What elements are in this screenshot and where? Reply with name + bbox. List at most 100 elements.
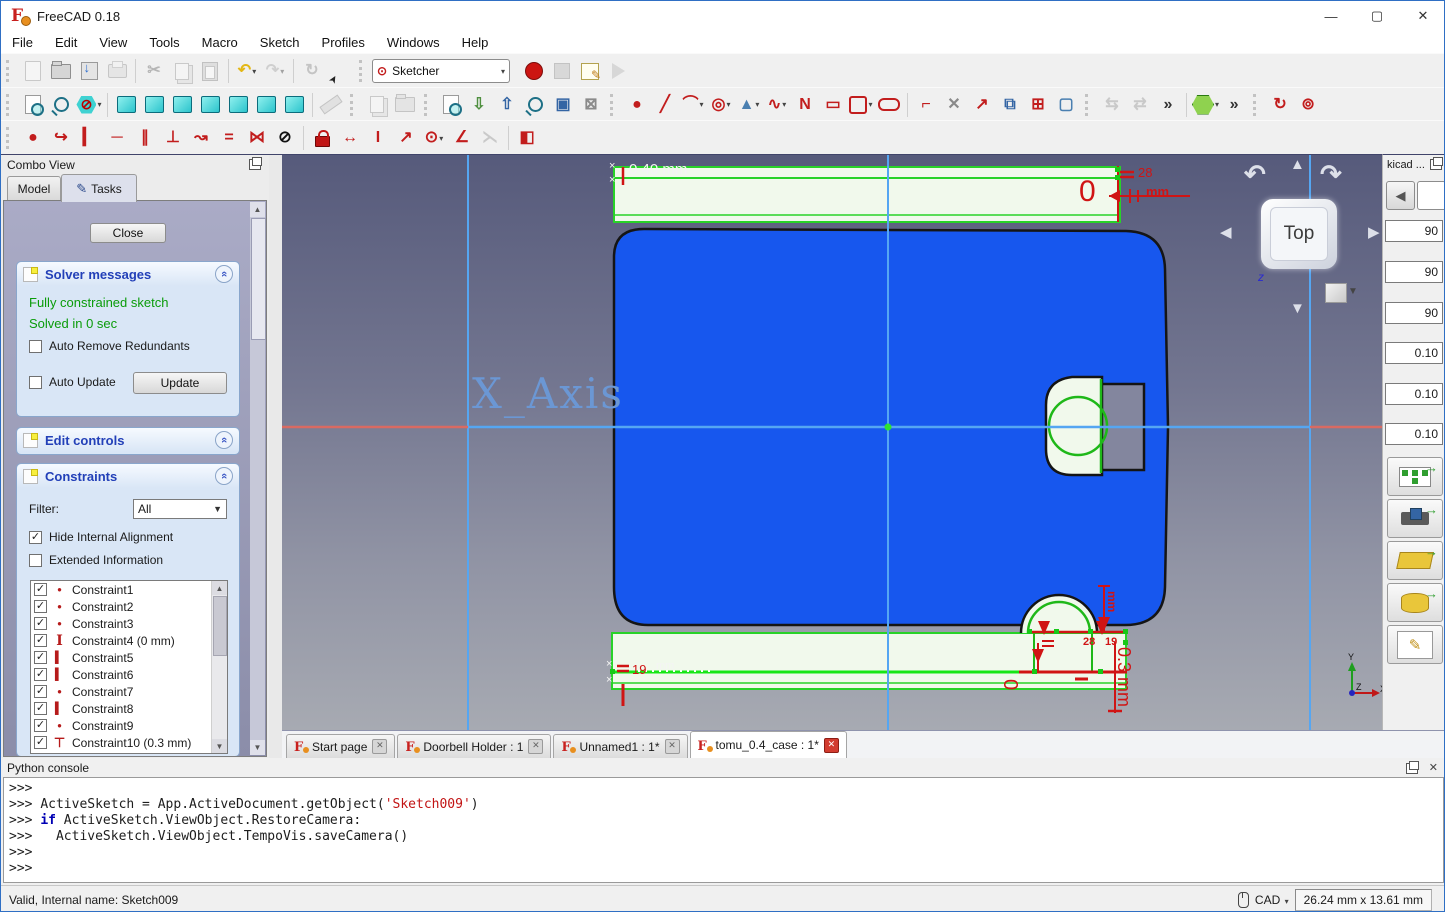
- collapse-icon[interactable]: «: [215, 431, 233, 449]
- doc-tab[interactable]: FDoorbell Holder : 1✕: [397, 734, 551, 758]
- print-icon[interactable]: [103, 57, 131, 85]
- scroll-down-icon[interactable]: ▼: [250, 740, 265, 755]
- leave-sketch-icon[interactable]: ⇩: [465, 91, 493, 119]
- kicad-back-button[interactable]: ◀: [1386, 181, 1415, 210]
- close-tab-icon[interactable]: ✕: [824, 738, 839, 753]
- dim-28[interactable]: 28: [1138, 166, 1152, 179]
- nav-style-selector[interactable]: CAD ▾: [1255, 893, 1289, 907]
- constraint-list-item[interactable]: Constraint4 (0 mm): [31, 632, 211, 649]
- toolbar-grip[interactable]: [1253, 94, 1262, 116]
- create-slot-icon[interactable]: [875, 91, 903, 119]
- constraint-list-item[interactable]: Constraint10 (0.3 mm): [31, 734, 211, 751]
- nav-up-icon[interactable]: ▲: [1290, 157, 1305, 172]
- constraint-list-item[interactable]: Constraint5: [31, 649, 211, 666]
- constraint-list-item[interactable]: Constraint1: [31, 581, 211, 598]
- kicad-value-field[interactable]: 0.10: [1385, 383, 1443, 405]
- chevron-down-icon[interactable]: ▾: [97, 100, 101, 109]
- scrollbar-thumb[interactable]: [251, 218, 266, 340]
- auto-remove-redundants-checkbox[interactable]: [29, 340, 42, 353]
- dim-arch-zero[interactable]: 0: [1000, 679, 1020, 690]
- refresh-icon[interactable]: ↻: [298, 57, 326, 85]
- constrain-snell-icon[interactable]: ⋋: [476, 124, 504, 152]
- cut-icon[interactable]: ✂: [140, 57, 168, 85]
- chevron-down-icon[interactable]: ▾: [782, 100, 786, 109]
- whats-this-icon[interactable]: [326, 57, 354, 85]
- right-view-icon[interactable]: [196, 91, 224, 119]
- create-rectangle-icon[interactable]: ▭: [819, 91, 847, 119]
- part-folder-icon[interactable]: [391, 91, 419, 119]
- tasks-scrollbar[interactable]: ▲ ▼: [250, 202, 265, 755]
- constrain-angle-icon[interactable]: ∠: [448, 124, 476, 152]
- paste-icon[interactable]: [196, 57, 224, 85]
- extended-information-checkbox[interactable]: [29, 554, 42, 567]
- map-sketch-icon[interactable]: ▣: [549, 91, 577, 119]
- front-view-icon[interactable]: [140, 91, 168, 119]
- chevron-down-icon[interactable]: ▾: [1215, 100, 1219, 109]
- constraint-list[interactable]: Constraint1Constraint2Constraint3Constra…: [30, 580, 228, 754]
- menu-profiles[interactable]: Profiles: [311, 33, 376, 52]
- origin-point[interactable]: [885, 424, 892, 431]
- menu-tools[interactable]: Tools: [138, 33, 190, 52]
- kicad-value-field[interactable]: 0.10: [1385, 342, 1443, 364]
- part-boxes-icon[interactable]: [363, 91, 391, 119]
- scroll-down-icon[interactable]: ▼: [212, 739, 227, 753]
- carbon-copy-icon[interactable]: ⊞: [1024, 91, 1052, 119]
- doc-tab[interactable]: FStart page✕: [286, 734, 395, 758]
- dim-arch-mm[interactable]: mm: [1106, 591, 1118, 612]
- menu-edit[interactable]: Edit: [44, 33, 88, 52]
- minimize-button[interactable]: —: [1308, 1, 1354, 31]
- mini-cube-icon[interactable]: [1325, 283, 1347, 303]
- workbench-extra2-icon[interactable]: ⊚: [1294, 91, 1322, 119]
- constrain-symmetric-icon[interactable]: ⋈: [243, 124, 271, 152]
- external-geometry-icon[interactable]: ⧉: [996, 91, 1024, 119]
- save-icon[interactable]: [75, 57, 103, 85]
- collapse-icon[interactable]: «: [215, 467, 233, 485]
- close-button[interactable]: ✕: [1400, 1, 1445, 31]
- constrain-parallel-icon[interactable]: ∥: [131, 124, 159, 152]
- create-conic-icon[interactable]: ▲▾: [735, 91, 763, 119]
- constraint-list-item[interactable]: Constraint3: [31, 615, 211, 632]
- kicad-blank-button[interactable]: [1417, 181, 1445, 210]
- constraint-visibility-checkbox[interactable]: [34, 685, 47, 698]
- close-tab-icon[interactable]: ✕: [372, 739, 387, 754]
- top-view-icon[interactable]: [168, 91, 196, 119]
- axonometric-view-icon[interactable]: [112, 91, 140, 119]
- macro-stop-icon[interactable]: [548, 57, 576, 85]
- constrain-radius-icon[interactable]: ⊙▾: [420, 124, 448, 152]
- tab-tasks[interactable]: ✎ Tasks: [61, 174, 137, 202]
- macro-edit-icon[interactable]: [576, 57, 604, 85]
- macro-record-icon[interactable]: [520, 57, 548, 85]
- chevron-down-icon[interactable]: ▾: [280, 67, 284, 76]
- create-arc-icon[interactable]: ⌒▾: [679, 91, 707, 119]
- toolbar-grip[interactable]: [350, 94, 359, 116]
- kicad-export-footprint-button[interactable]: →: [1387, 457, 1443, 496]
- panel-splitter[interactable]: [269, 154, 282, 758]
- face-color-icon[interactable]: ▾: [1191, 91, 1220, 119]
- toolbar-grip[interactable]: [359, 60, 368, 82]
- kicad-value-field[interactable]: 90: [1385, 220, 1443, 242]
- menu-macro[interactable]: Macro: [191, 33, 249, 52]
- doc-tab[interactable]: Ftomu_0.4_case : 1*✕: [690, 731, 847, 758]
- dim-top-left[interactable]: 0.40 mm: [629, 162, 687, 177]
- float-panel-icon[interactable]: [1430, 159, 1442, 170]
- kicad-value-field[interactable]: 90: [1385, 302, 1443, 324]
- collapse-icon[interactable]: «: [215, 265, 233, 283]
- constrain-perpendicular-icon[interactable]: ⊥: [159, 124, 187, 152]
- redo-icon[interactable]: ↷▾: [261, 57, 289, 85]
- menu-file[interactable]: File: [1, 33, 44, 52]
- toolbar-grip[interactable]: [6, 127, 15, 149]
- kicad-load-board-button[interactable]: →: [1387, 541, 1443, 580]
- dim-mm[interactable]: mm: [1146, 185, 1169, 198]
- update-button[interactable]: Update: [133, 372, 227, 394]
- 3d-viewport[interactable]: X_Axis × × 0.40 mm 28 0 mm × × 19 mm 0 m…: [282, 154, 1382, 730]
- chevron-down-icon[interactable]: ▾: [868, 100, 872, 109]
- constraint-list-item[interactable]: Constraint6: [31, 666, 211, 683]
- close-task-button[interactable]: Close: [90, 223, 166, 243]
- toggle-driving-icon[interactable]: ◧: [513, 124, 541, 152]
- dim-zero[interactable]: 0: [1079, 177, 1096, 207]
- chevron-down-icon[interactable]: ▾: [755, 100, 759, 109]
- toolbar-grip[interactable]: [6, 94, 15, 116]
- create-bspline-icon[interactable]: ∿▾: [763, 91, 791, 119]
- scrollbar-thumb[interactable]: [213, 596, 227, 656]
- create-sketch-icon[interactable]: [437, 91, 465, 119]
